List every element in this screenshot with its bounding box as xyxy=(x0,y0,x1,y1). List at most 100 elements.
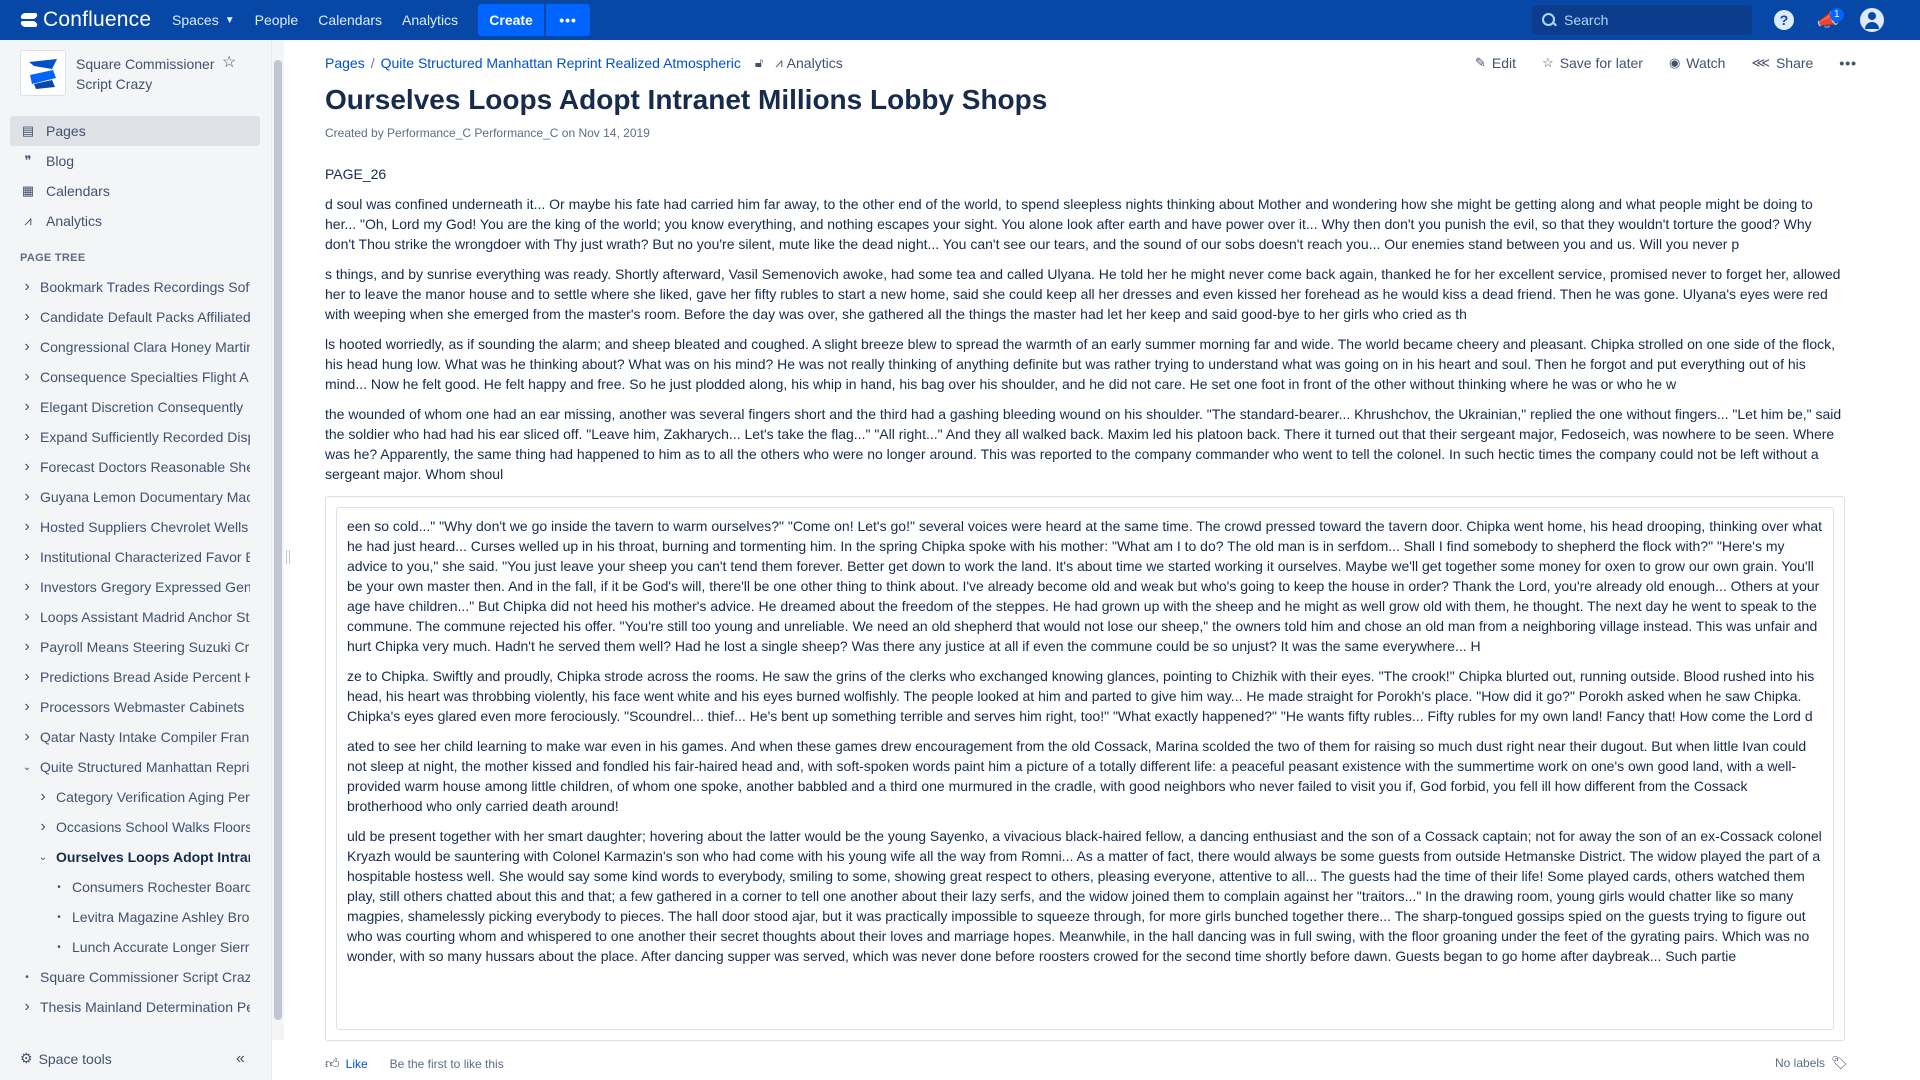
space-tools-button[interactable]: ⚙ Space tools xyxy=(20,1050,112,1067)
tree-item[interactable]: › Guyana Lemon Documentary Mac xyxy=(0,482,260,512)
chevron-right-icon[interactable]: › xyxy=(20,548,34,566)
gear-icon: ⚙ xyxy=(20,1050,33,1066)
nav-people[interactable]: People xyxy=(255,0,299,40)
tree-item[interactable]: › Elegant Discretion Consequently xyxy=(0,392,260,422)
chevron-right-icon[interactable]: › xyxy=(20,278,34,296)
tree-item[interactable]: › Payroll Means Steering Suzuki Cr xyxy=(0,632,260,662)
tree-item[interactable]: › Investors Gregory Expressed Gen xyxy=(0,572,260,602)
save-for-later-button[interactable]: ☆ Save for later xyxy=(1542,55,1643,71)
chevron-right-icon[interactable]: › xyxy=(20,458,34,476)
tag-icon[interactable]: 🏷︎ xyxy=(1831,1055,1848,1071)
create-more-button[interactable]: ••• xyxy=(546,4,591,36)
chevron-right-icon[interactable]: › xyxy=(20,638,34,656)
sidebar-item-pages[interactable]: ▤ Pages xyxy=(10,116,260,146)
tree-item[interactable]: › Qatar Nasty Intake Compiler Fran xyxy=(0,722,260,752)
tree-item[interactable]: • Levitra Magazine Ashley Brok xyxy=(0,902,260,932)
space-name[interactable]: Square Commissioner Script Crazy xyxy=(76,54,226,94)
chevron-right-icon[interactable]: › xyxy=(20,698,34,716)
more-actions-button[interactable]: ••• xyxy=(1839,55,1857,71)
chevron-right-icon[interactable]: › xyxy=(20,998,34,1016)
tree-item[interactable]: › Predictions Bread Aside Percent H xyxy=(0,662,260,692)
thumbs-up-icon[interactable]: 👍︎ xyxy=(325,1055,340,1072)
collapse-sidebar-icon[interactable]: « xyxy=(236,1050,245,1068)
tree-item[interactable]: • Consumers Rochester Boards xyxy=(0,872,260,902)
watch-label: Watch xyxy=(1686,55,1726,71)
page-actions: ✎ Edit ☆ Save for later ◉ Watch ⋘ Share … xyxy=(1475,55,1857,71)
chevron-right-icon[interactable]: › xyxy=(20,668,34,686)
tree-item[interactable]: › Bookmark Trades Recordings Software xyxy=(0,272,260,302)
chevron-right-icon[interactable]: › xyxy=(20,428,34,446)
tree-item[interactable]: › Candidate Default Packs Affiliated xyxy=(0,302,260,332)
tree-item[interactable]: ⌄ Quite Structured Manhattan Repri xyxy=(0,752,260,782)
chevron-right-icon[interactable]: › xyxy=(20,488,34,506)
search-box[interactable] xyxy=(1532,5,1752,35)
chevron-right-icon[interactable]: › xyxy=(20,728,34,746)
create-button[interactable]: Create xyxy=(478,4,545,36)
chevron-down-icon[interactable]: ⌄ xyxy=(36,852,50,863)
tree-item-label: Qatar Nasty Intake Compiler Fran xyxy=(40,729,250,745)
tree-item[interactable]: • Square Commissioner Script Craz xyxy=(0,962,260,992)
page-title: Ourselves Loops Adopt Intranet Millions … xyxy=(325,84,1048,115)
space-logo[interactable] xyxy=(20,50,66,96)
tree-item-label: Square Commissioner Script Craz xyxy=(40,969,250,985)
sidebar-scrollbar-thumb[interactable] xyxy=(274,60,282,1020)
sidebar-resize-handle[interactable] xyxy=(286,550,290,564)
chevron-right-icon[interactable]: › xyxy=(20,398,34,416)
nav-spaces[interactable]: Spaces ▼ xyxy=(172,0,235,40)
tree-item[interactable]: › Institutional Characterized Favor E xyxy=(0,542,260,572)
like-button[interactable]: Like xyxy=(346,1057,368,1071)
breadcrumb-pages[interactable]: Pages xyxy=(325,55,365,71)
tree-item-label: Institutional Characterized Favor E xyxy=(40,549,250,565)
nav-analytics[interactable]: Analytics xyxy=(402,0,458,40)
confluence-logo[interactable]: Confluence xyxy=(20,0,152,40)
sidebar-item-label: Blog xyxy=(46,153,75,169)
chevron-right-icon[interactable]: › xyxy=(20,608,34,626)
eye-icon: ◉ xyxy=(1668,55,1681,70)
chevron-right-icon[interactable]: › xyxy=(20,518,34,536)
user-avatar-button[interactable] xyxy=(1860,8,1884,32)
tree-item-label: Loops Assistant Madrid Anchor St xyxy=(40,609,250,625)
star-icon[interactable]: ☆ xyxy=(222,52,236,72)
unlock-icon[interactable]: 🔓︎ xyxy=(755,55,763,71)
panel-paragraph: ze to Chipka. Swiftly and proudly, Chipk… xyxy=(347,668,1815,724)
chevron-right-icon[interactable]: › xyxy=(20,338,34,356)
chevron-down-icon[interactable]: ⌄ xyxy=(20,762,34,773)
tree-item-label: Levitra Magazine Ashley Brok xyxy=(72,909,250,925)
chevron-down-icon: ▼ xyxy=(224,14,235,26)
share-button[interactable]: ⋘ Share xyxy=(1751,55,1813,71)
breadcrumb-analytics[interactable]: Analytics xyxy=(787,55,843,71)
nav-calendars[interactable]: Calendars xyxy=(318,0,382,40)
content-panel: een so cold..." "Why don't we go inside … xyxy=(325,496,1845,1041)
sidebar-scrollbar[interactable] xyxy=(272,40,284,1040)
tree-item[interactable]: ⌄ Ourselves Loops Adopt Intran xyxy=(0,842,260,872)
chevron-right-icon[interactable]: › xyxy=(20,578,34,596)
chevron-right-icon[interactable]: › xyxy=(20,368,34,386)
tree-item[interactable]: › Hosted Suppliers Chevrolet Wells xyxy=(0,512,260,542)
chevron-right-icon[interactable]: › xyxy=(36,818,50,836)
sidebar-item-analytics[interactable]: ⩘ Analytics xyxy=(10,206,260,236)
tree-item[interactable]: › Expand Sufficiently Recorded Disp xyxy=(0,422,260,452)
edit-button[interactable]: ✎ Edit xyxy=(1475,55,1516,71)
tree-item-label: Investors Gregory Expressed Gen xyxy=(40,579,250,595)
tree-item[interactable]: › Forecast Doctors Reasonable She xyxy=(0,452,260,482)
page-id-text: PAGE_26 xyxy=(325,166,387,182)
tree-item[interactable]: › Processors Webmaster Cabinets xyxy=(0,692,260,722)
help-button[interactable]: ? xyxy=(1772,8,1796,32)
chevron-right-icon[interactable]: › xyxy=(20,308,34,326)
tree-item[interactable]: › Thesis Mainland Determination Pe xyxy=(0,992,260,1022)
tree-item[interactable]: › Occasions School Walks Floors xyxy=(0,812,260,842)
breadcrumb-parent[interactable]: Quite Structured Manhattan Reprint Reali… xyxy=(381,55,741,71)
search-input[interactable] xyxy=(1564,12,1734,28)
watch-button[interactable]: ◉ Watch xyxy=(1669,55,1726,71)
tree-item-label: Category Verification Aging Peri xyxy=(56,789,250,805)
tree-item[interactable]: › Category Verification Aging Peri xyxy=(0,782,260,812)
tree-item[interactable]: › Congressional Clara Honey Martin xyxy=(0,332,260,362)
tree-item[interactable]: • Lunch Accurate Longer Sierra xyxy=(0,932,260,962)
tree-item[interactable]: › Loops Assistant Madrid Anchor St xyxy=(0,602,260,632)
chevron-right-icon[interactable]: › xyxy=(36,788,50,806)
sidebar-item-calendars[interactable]: ▦ Calendars xyxy=(10,176,260,206)
sidebar-item-blog[interactable]: ❞ Blog xyxy=(10,146,260,176)
tree-item[interactable]: › Consequence Specialties Flight A xyxy=(0,362,260,392)
body-paragraph: ls hooted worriedly, as if sounding the … xyxy=(325,336,1836,392)
tree-item-label: Lunch Accurate Longer Sierra xyxy=(72,939,250,955)
